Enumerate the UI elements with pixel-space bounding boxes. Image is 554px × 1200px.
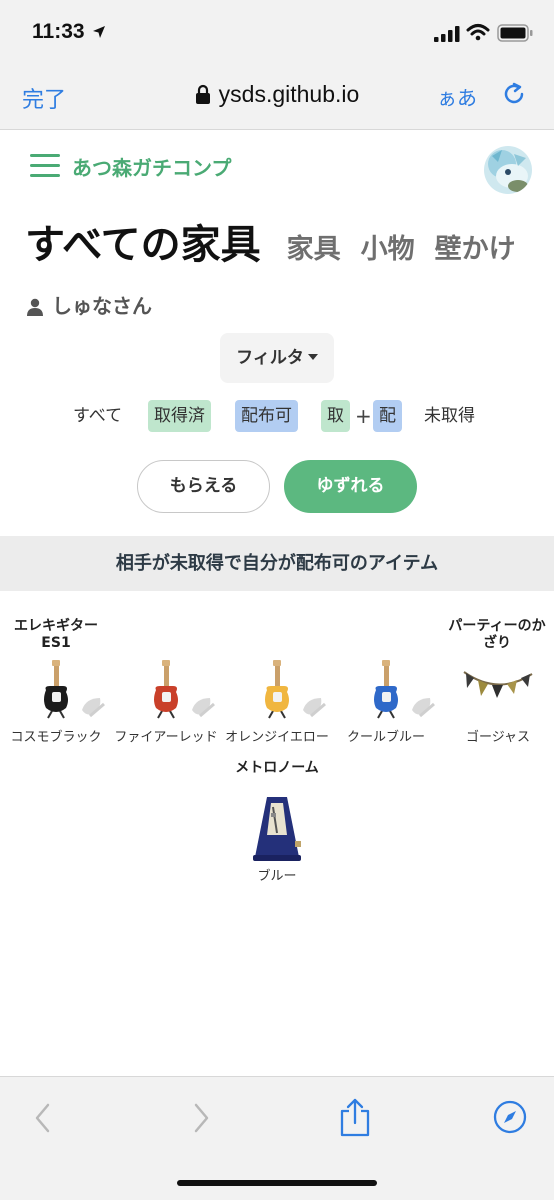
tab-all-furniture[interactable]: すべての家具 [25, 222, 261, 268]
url-text: ysds.github.io [218, 81, 360, 107]
user-info: しゅなさん [26, 290, 152, 321]
guitar-image [330, 660, 442, 724]
item-guitar-fire-red[interactable]: ファイアーレッド [110, 660, 222, 745]
filter-label: フィルタ [236, 348, 304, 368]
status-filter-obtained-and-giveable-giveable[interactable]: 配 [373, 400, 402, 432]
chevron-down-icon [307, 354, 318, 360]
leaf-icon [303, 698, 326, 718]
location-arrow-icon [92, 24, 106, 43]
garland-image [442, 660, 554, 724]
leaf-icon [192, 698, 215, 718]
leaf-icon [82, 698, 105, 718]
guitar-image [221, 660, 333, 724]
item-metronome-blue[interactable]: ブルー [221, 793, 333, 884]
forward-icon[interactable] [190, 1101, 212, 1139]
item-guitar-cool-blue[interactable]: クールブルー [330, 660, 442, 745]
plus-sign: + [355, 404, 372, 428]
group-title-line: ES1 [41, 635, 71, 651]
tab-furniture[interactable]: 家具 [287, 234, 341, 265]
item-party-garland-gorgeous[interactable]: ゴージャス [442, 660, 554, 745]
guitar-image [0, 660, 112, 724]
filter-dropdown[interactable]: フィルタ [220, 333, 334, 383]
user-icon [26, 297, 44, 321]
category-tabs: すべての家具 家具 小物 壁かけ [25, 212, 536, 270]
item-guitar-cosmo-black[interactable]: コスモブラック [0, 660, 112, 745]
item-variant-label: ゴージャス [465, 730, 531, 745]
receive-button[interactable]: もらえる [137, 460, 270, 513]
group-title-line: ざり [483, 635, 511, 651]
user-name: しゅなさん [52, 294, 152, 318]
avatar[interactable] [484, 146, 532, 194]
item-variant-label: ファイアーレッド [114, 730, 218, 745]
back-icon[interactable] [32, 1101, 54, 1139]
group-title-electric-guitar: エレキギター ES1 [2, 618, 110, 652]
group-title-line: パーティーのか [448, 618, 546, 634]
status-filter-not-obtained[interactable]: 未取得 [418, 400, 481, 432]
section-banner: 相手が未取得で自分が配布可のアイテム [0, 536, 554, 591]
status-filter-giveable[interactable]: 配布可 [235, 400, 298, 432]
item-variant-label: コスモブラック [10, 730, 102, 745]
menu-icon[interactable] [30, 152, 60, 180]
compass-icon[interactable] [492, 1099, 528, 1139]
wifi-icon [466, 23, 490, 45]
signal-icon [434, 26, 460, 46]
tab-small-items[interactable]: 小物 [361, 234, 415, 265]
guitar-image [110, 660, 222, 724]
group-title-metronome: メトロノーム [200, 760, 354, 777]
status-filter-obtained[interactable]: 取得済 [148, 400, 211, 432]
text-size-button[interactable]: ぁあ [437, 82, 477, 111]
lock-icon [195, 83, 211, 110]
item-variant-label: ブルー [257, 869, 297, 884]
item-variant-label: クールブルー [346, 730, 425, 745]
app-brand[interactable]: あつ森ガチコンプ [72, 152, 231, 181]
metronome-image [221, 793, 333, 863]
leaf-icon [412, 698, 435, 718]
item-guitar-orange-yellow[interactable]: オレンジイエロー [221, 660, 333, 745]
status-time: 11:33 [32, 20, 85, 43]
battery-icon [497, 24, 533, 46]
browser-address-bar: 完了 ysds.github.io ぁあ [0, 60, 554, 130]
item-variant-label: オレンジイエロー [225, 730, 329, 745]
tab-wall-mounted[interactable]: 壁かけ [435, 234, 516, 265]
group-title-party-garland: パーティーのか ざり [440, 618, 554, 652]
give-button[interactable]: ゆずれる [284, 460, 417, 513]
reload-icon[interactable] [500, 80, 528, 112]
status-bar: 11:33 [0, 0, 554, 60]
home-indicator [177, 1180, 377, 1186]
status-filter-obtained-and-giveable-obtained[interactable]: 取 [321, 400, 350, 432]
status-filter-all[interactable]: すべて [67, 400, 128, 432]
share-icon[interactable] [338, 1097, 372, 1141]
group-title-line: エレキギター [14, 618, 98, 634]
group-title-line: メトロノーム [235, 760, 319, 776]
